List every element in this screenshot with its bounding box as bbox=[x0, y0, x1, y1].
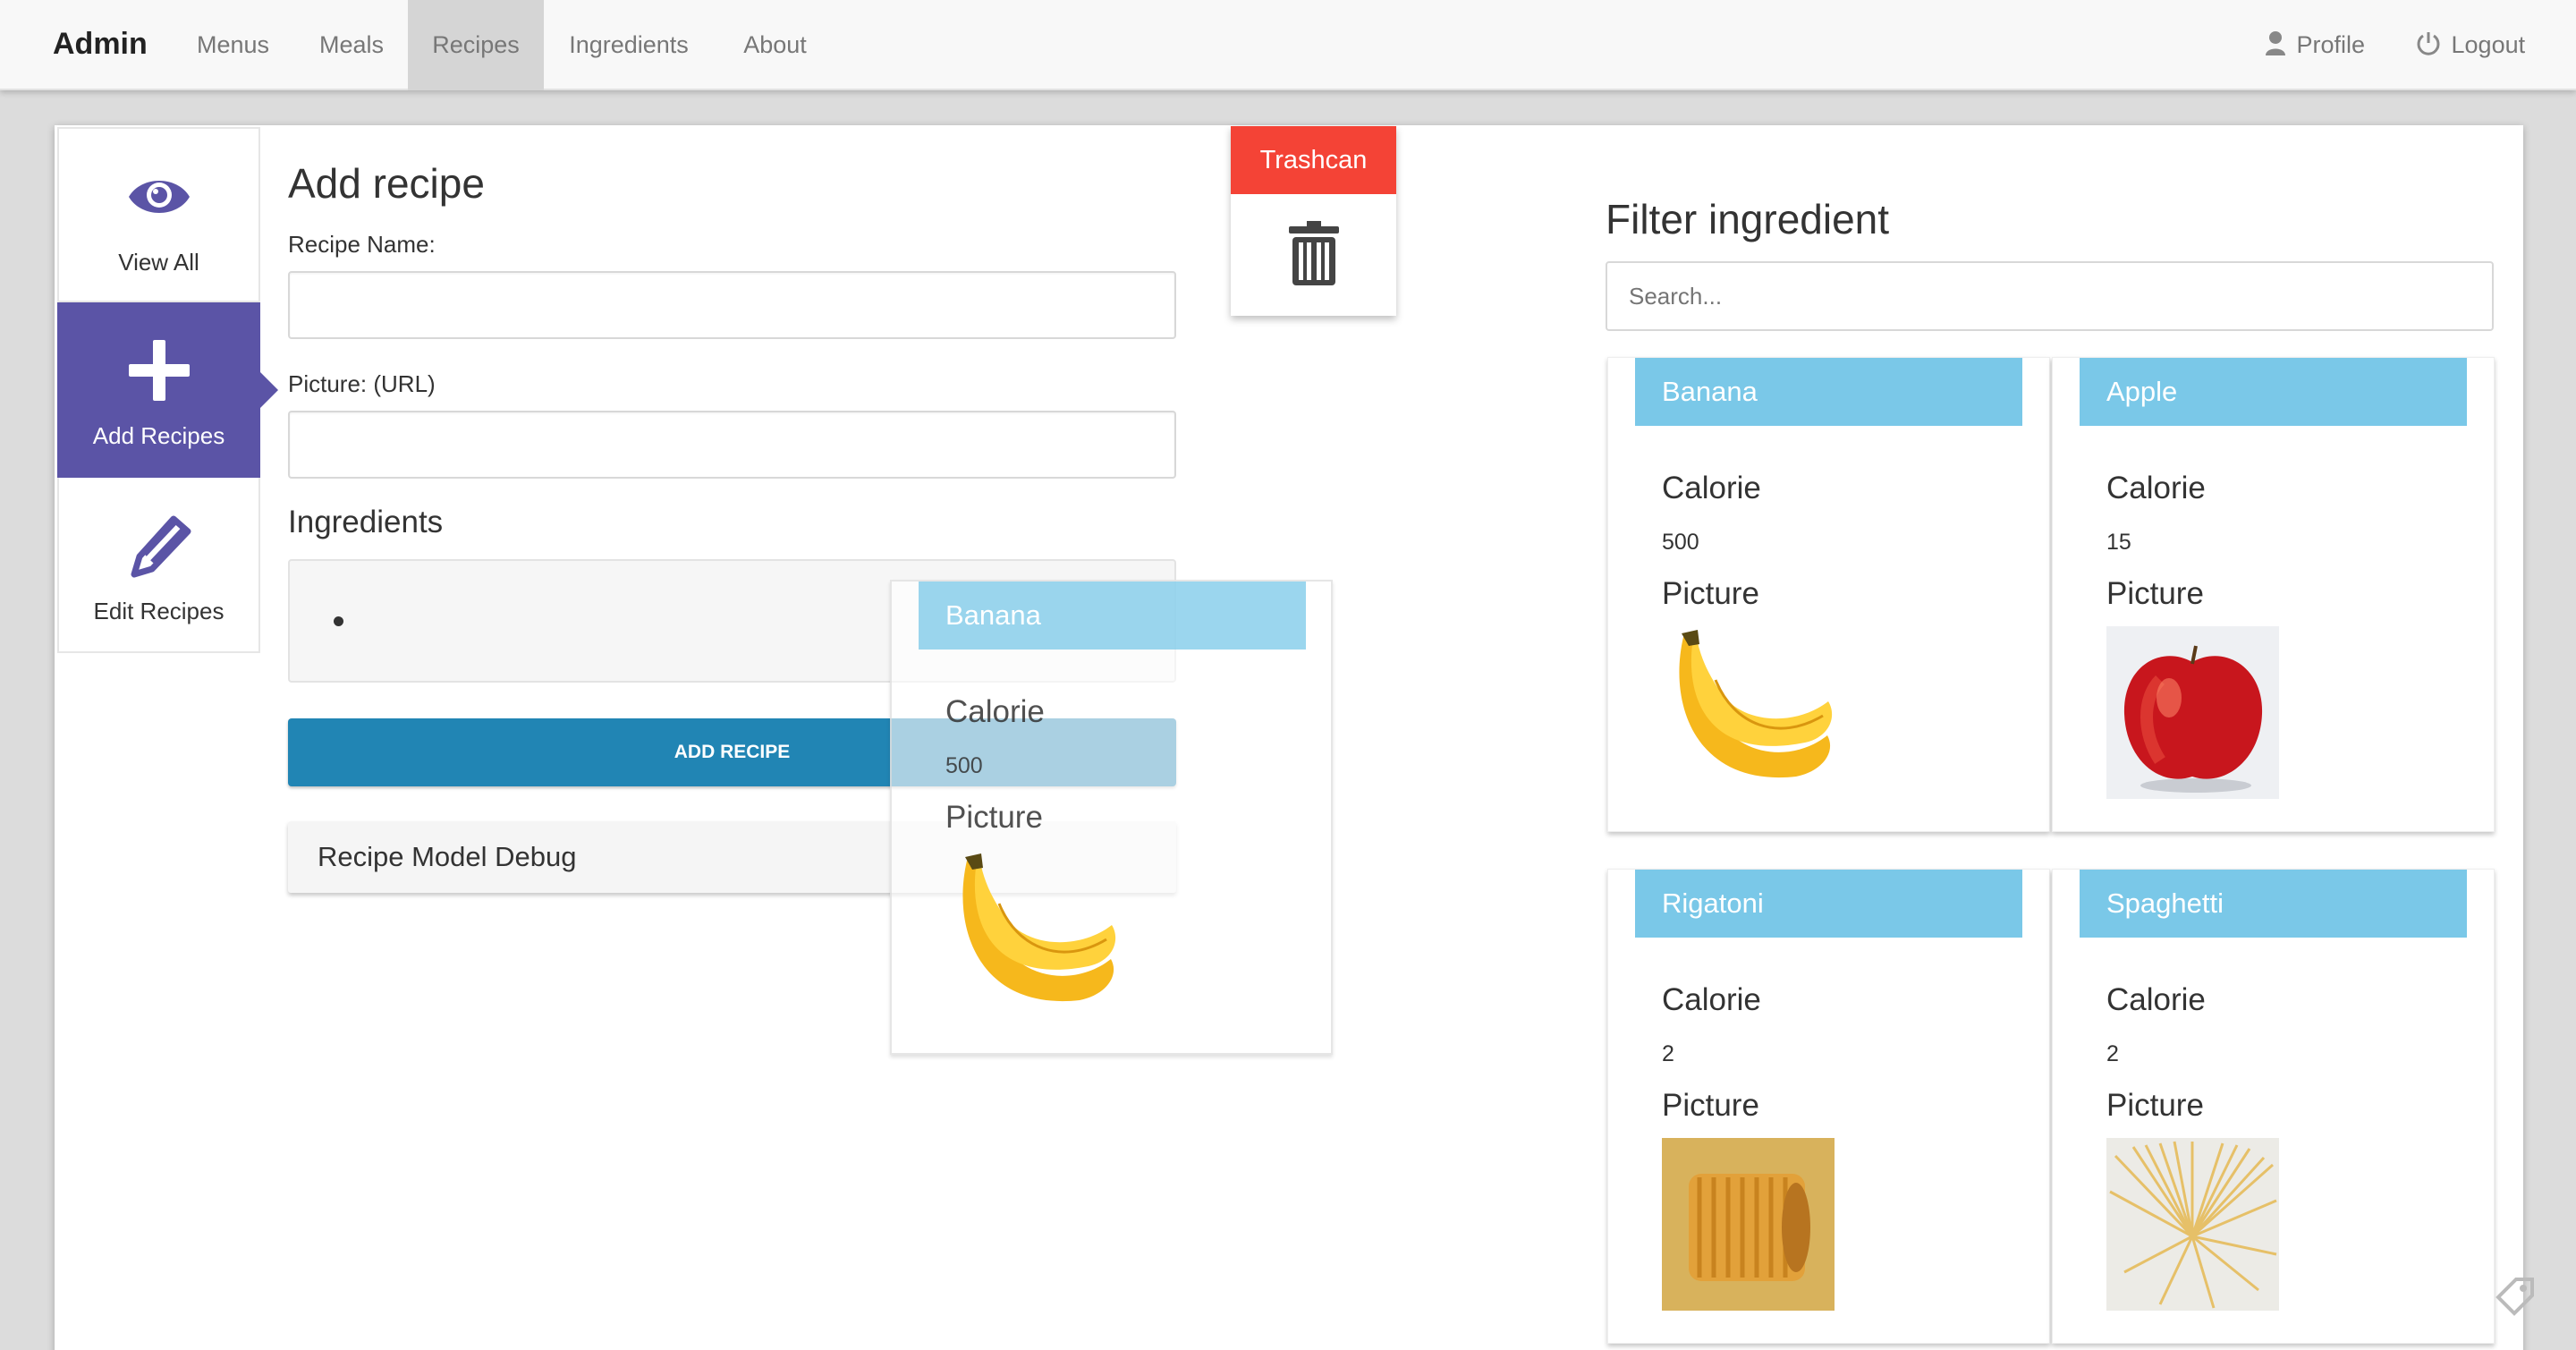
pencil-icon bbox=[59, 512, 258, 580]
ingredient-card-apple[interactable]: Apple Calorie 15 Picture bbox=[2052, 357, 2495, 832]
sidenav-label: Add Recipes bbox=[92, 422, 225, 449]
apple-image bbox=[2106, 626, 2279, 799]
eye-icon bbox=[59, 163, 258, 231]
top-navbar: Admin Menus Meals Recipes Ingredients Ab… bbox=[0, 0, 2576, 90]
card-title: Spaghetti bbox=[2080, 870, 2467, 938]
calorie-value: 500 bbox=[945, 753, 983, 778]
sidenav-label: View All bbox=[118, 249, 199, 276]
calorie-value: 2 bbox=[2106, 1041, 2119, 1066]
picture-label: Picture bbox=[1662, 1088, 1759, 1123]
profile-label: Profile bbox=[2296, 31, 2366, 58]
picture-label: Picture bbox=[1662, 576, 1759, 611]
list-bullet bbox=[334, 616, 343, 626]
nav-about[interactable]: About bbox=[716, 0, 835, 90]
picture-label: Picture bbox=[945, 800, 1043, 835]
picture-url-label: Picture: (URL) bbox=[288, 370, 436, 397]
power-icon bbox=[2416, 31, 2452, 58]
sidenav-label: Edit Recipes bbox=[93, 598, 225, 624]
sidenav-view-all[interactable]: View All bbox=[57, 127, 260, 302]
trash-icon bbox=[1231, 194, 1396, 285]
nav-meals[interactable]: Meals bbox=[295, 0, 408, 90]
recipe-name-input[interactable] bbox=[288, 271, 1176, 339]
plus-icon bbox=[59, 336, 258, 404]
nav-recipes[interactable]: Recipes bbox=[408, 0, 544, 90]
calorie-label: Calorie bbox=[1662, 982, 1761, 1017]
calorie-value: 500 bbox=[1662, 530, 1699, 555]
sidenav-add-recipes[interactable]: Add Recipes bbox=[57, 302, 278, 478]
spaghetti-image bbox=[2106, 1138, 2279, 1311]
sidenav-edit-recipes[interactable]: Edit Recipes bbox=[57, 478, 260, 653]
card-title: Apple bbox=[2080, 358, 2467, 426]
picture-url-input[interactable] bbox=[288, 411, 1176, 479]
calorie-label: Calorie bbox=[1662, 471, 1761, 505]
logout-link[interactable]: Logout bbox=[2416, 0, 2525, 90]
calorie-value: 15 bbox=[2106, 530, 2131, 555]
banana-image bbox=[1662, 626, 1835, 799]
card-title: Banana bbox=[919, 582, 1306, 650]
ingredients-heading: Ingredients bbox=[288, 505, 444, 539]
nav-menus[interactable]: Menus bbox=[172, 0, 294, 90]
trashcan-drop-zone[interactable]: Trashcan bbox=[1231, 126, 1396, 316]
debug-label: Recipe Model Debug bbox=[318, 841, 577, 872]
trashcan-label: Trashcan bbox=[1231, 126, 1396, 194]
calorie-label: Calorie bbox=[2106, 471, 2206, 505]
profile-link[interactable]: Profile bbox=[2265, 0, 2365, 90]
calorie-label: Calorie bbox=[2106, 982, 2206, 1017]
card-title: Banana bbox=[1635, 358, 2022, 426]
ingredient-card-spaghetti[interactable]: Spaghetti Calorie 2 Picture bbox=[2052, 869, 2495, 1344]
user-icon bbox=[2265, 31, 2297, 58]
recipe-name-label: Recipe Name: bbox=[288, 231, 436, 258]
ingredient-search-input[interactable] bbox=[1606, 261, 2494, 331]
tag-icon bbox=[2493, 1274, 2538, 1323]
filter-title: Filter ingredient bbox=[1606, 196, 1890, 242]
brand-logo[interactable]: Admin bbox=[53, 27, 148, 62]
calorie-value: 2 bbox=[1662, 1041, 1674, 1066]
card-title: Rigatoni bbox=[1635, 870, 2022, 938]
ingredient-card-rigatoni[interactable]: Rigatoni Calorie 2 Picture bbox=[1607, 869, 2050, 1344]
picture-label: Picture bbox=[2106, 576, 2204, 611]
picture-label: Picture bbox=[2106, 1088, 2204, 1123]
ingredient-card-banana[interactable]: Banana Calorie 500 Picture bbox=[1607, 357, 2050, 832]
dragging-ingredient-card[interactable]: Banana Calorie 500 Picture bbox=[890, 580, 1333, 1055]
side-nav: View All Add Recipes Edit Recipes bbox=[57, 127, 278, 653]
rigatoni-image bbox=[1662, 1138, 1835, 1311]
logout-label: Logout bbox=[2451, 31, 2526, 58]
banana-image bbox=[945, 850, 1118, 1023]
nav-ingredients[interactable]: Ingredients bbox=[544, 0, 714, 90]
page-title: Add recipe bbox=[288, 160, 485, 207]
calorie-label: Calorie bbox=[945, 694, 1045, 729]
